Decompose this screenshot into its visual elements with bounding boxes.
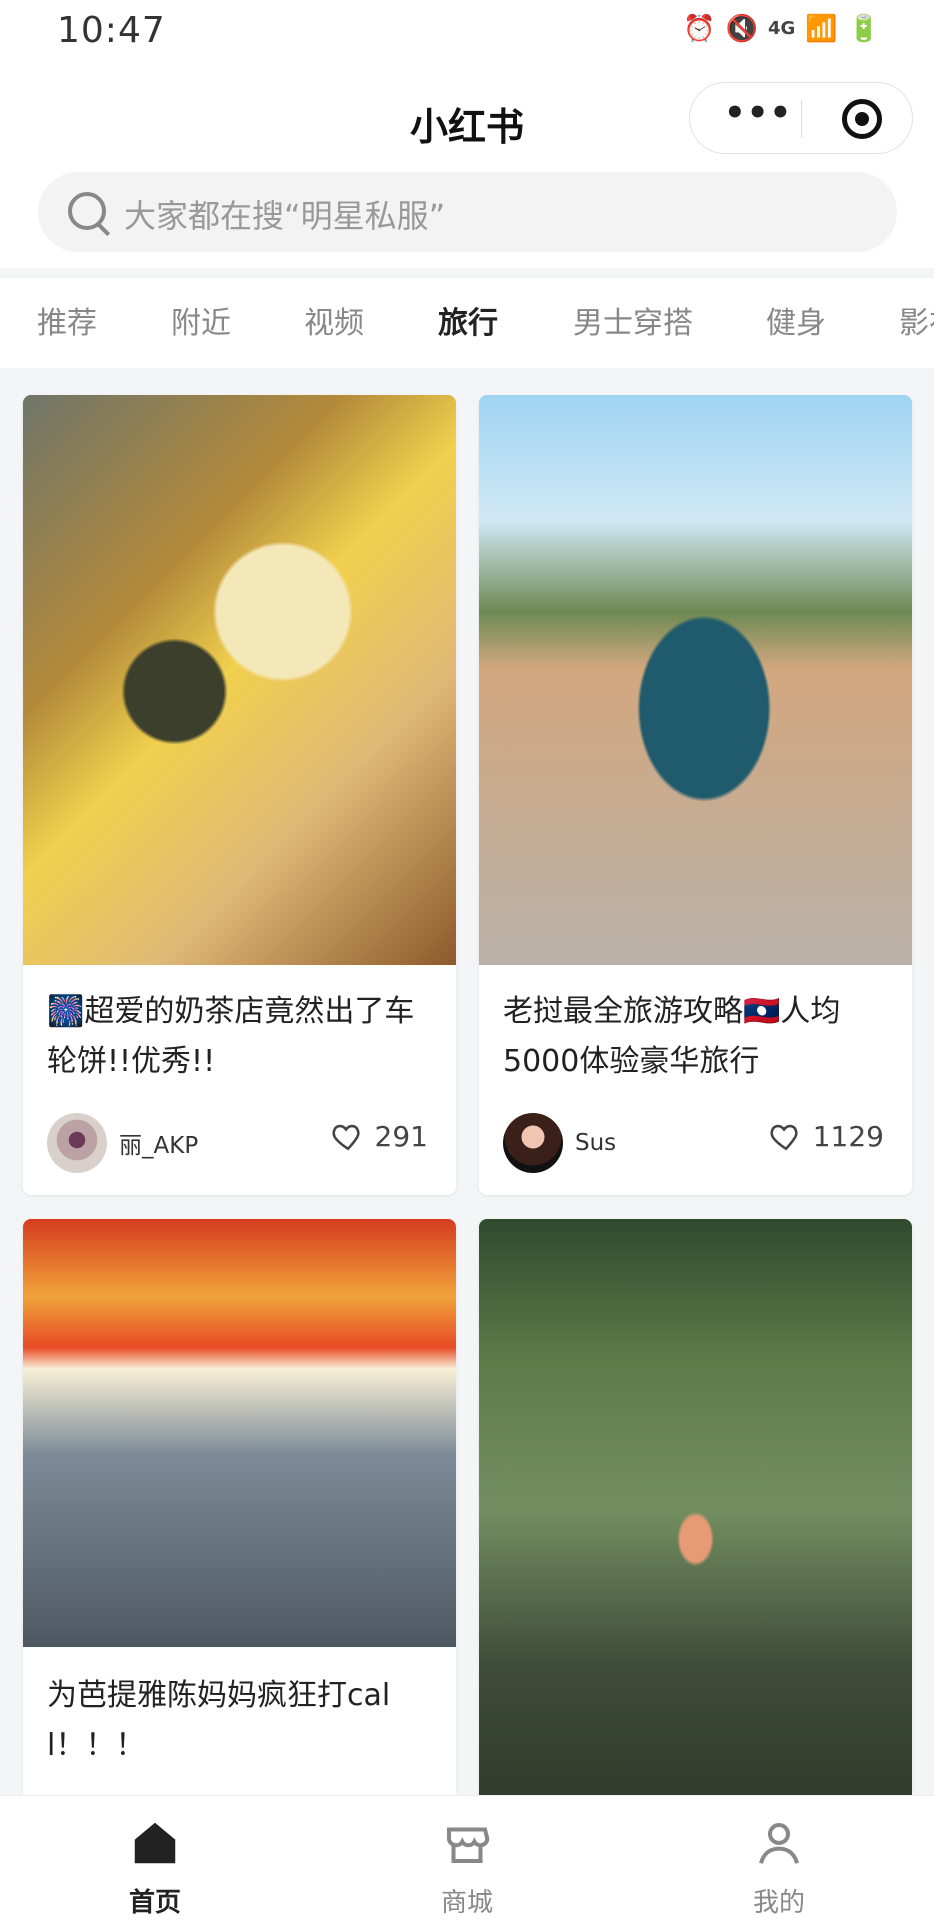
- like-count: 291: [374, 1119, 428, 1153]
- bottom-navigation: 首页 商城 我的: [0, 1795, 934, 1921]
- signal-icon: 📶: [805, 14, 838, 44]
- mute-icon: 🔇: [725, 14, 758, 44]
- status-time: 10:47: [57, 10, 166, 51]
- search-icon: [68, 192, 106, 230]
- note-card[interactable]: [479, 1219, 912, 1859]
- nav-home-label: 首页: [128, 1888, 181, 1918]
- capsule-divider: [801, 100, 802, 138]
- tab-shipin[interactable]: 视频: [304, 298, 364, 342]
- author-name: 丽_AKP: [119, 1133, 199, 1159]
- store-icon: [446, 1827, 490, 1864]
- heart-icon: [332, 1124, 360, 1151]
- avatar[interactable]: [47, 1113, 107, 1173]
- battery-icon: 🔋: [847, 14, 880, 44]
- heart-icon: [770, 1124, 798, 1151]
- author[interactable]: Sus: [503, 1113, 616, 1173]
- nav-profile[interactable]: 我的: [719, 1816, 839, 1919]
- search-placeholder: 大家都在搜“明星私服”: [124, 197, 446, 235]
- author-name: Sus: [575, 1130, 617, 1156]
- note-title: 🎆超爱的奶茶店竟然出了车轮饼!!优秀!!: [47, 994, 415, 1079]
- like-button[interactable]: 291: [331, 1119, 428, 1153]
- target-icon[interactable]: [842, 99, 882, 139]
- nav-home[interactable]: 首页: [95, 1816, 215, 1919]
- like-button[interactable]: 1129: [769, 1119, 884, 1153]
- user-icon: [759, 1822, 799, 1864]
- category-tabs: 推荐 附近 视频 旅行 男士穿搭 健身 影视: [0, 278, 934, 368]
- tab-jianshen[interactable]: 健身: [766, 298, 826, 342]
- more-icon[interactable]: •••: [724, 96, 791, 137]
- alarm-icon: ⏰: [683, 14, 716, 44]
- author[interactable]: 丽_AKP: [47, 1113, 198, 1173]
- note-image[interactable]: [479, 1219, 912, 1859]
- title-bar: 小红书 •••: [0, 66, 934, 168]
- search-area: 大家都在搜“明星私服”: [0, 168, 934, 268]
- mini-program-capsule: •••: [689, 82, 913, 154]
- note-image[interactable]: [23, 395, 456, 965]
- nav-profile-label: 我的: [752, 1888, 805, 1918]
- note-card[interactable]: 🎆超爱的奶茶店竟然出了车轮饼!!优秀!! 丽_AKP 291: [23, 395, 456, 1195]
- nav-mall-label: 商城: [440, 1888, 493, 1918]
- avatar[interactable]: [503, 1113, 563, 1173]
- note-card[interactable]: 为芭提雅陈妈妈疯狂打cal l！！！: [23, 1219, 456, 1859]
- tab-lvxing[interactable]: 旅行: [438, 298, 498, 342]
- tab-fujin[interactable]: 附近: [171, 298, 231, 342]
- note-card[interactable]: 老挝最全旅游攻略🇱🇦人均5000体验豪华旅行 Sus 1129: [479, 395, 912, 1195]
- search-bar[interactable]: 大家都在搜“明星私服”: [38, 172, 897, 252]
- status-icons: ⏰ 🔇 4G 📶 🔋: [683, 12, 880, 46]
- tab-nanshichuanda[interactable]: 男士穿搭: [573, 298, 693, 342]
- tab-yingshi[interactable]: 影视: [899, 298, 934, 342]
- tab-tuijian[interactable]: 推荐: [37, 298, 97, 342]
- note-image[interactable]: [23, 1219, 456, 1647]
- home-icon: [134, 1822, 176, 1864]
- network-label: 4G: [767, 18, 796, 39]
- note-title: 老挝最全旅游攻略🇱🇦人均5000体验豪华旅行: [503, 994, 841, 1079]
- like-count: 1129: [812, 1119, 884, 1153]
- note-title: 为芭提雅陈妈妈疯狂打cal l！！！: [47, 1678, 391, 1763]
- status-bar: 10:47 ⏰ 🔇 4G 📶 🔋: [0, 0, 934, 66]
- note-image[interactable]: [479, 395, 912, 965]
- nav-mall[interactable]: 商城: [407, 1816, 527, 1919]
